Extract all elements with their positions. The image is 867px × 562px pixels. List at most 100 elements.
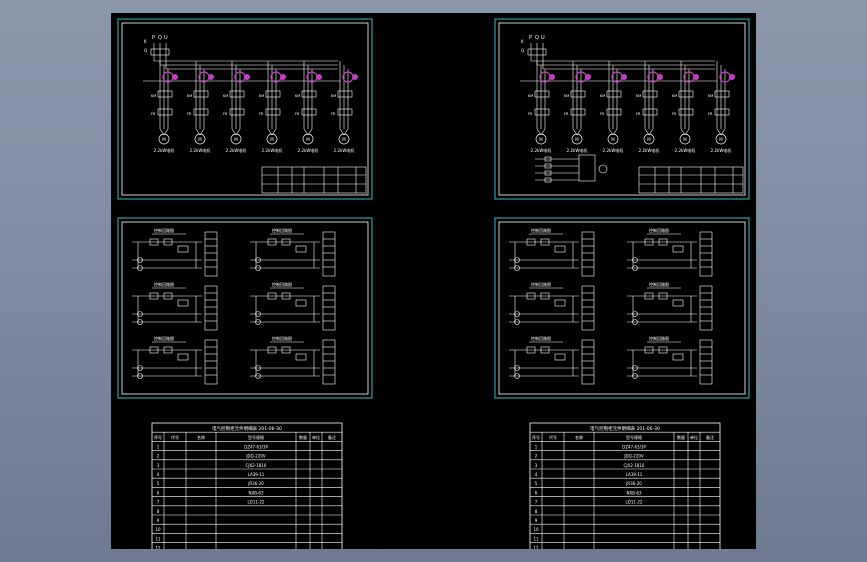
bom-cell: NXB-63 bbox=[626, 490, 641, 495]
relay-contact-mark bbox=[172, 74, 178, 80]
motor-label: 2.2kW电机 bbox=[226, 147, 247, 153]
bom-header: 序号 bbox=[154, 434, 162, 440]
terminal-strip bbox=[204, 231, 218, 277]
control-circuit-sheet[interactable]: 控制回路图 控制回路图控制回路图 控制回路图控制回路图 控制回路图 bbox=[117, 217, 373, 399]
supply-label: P bbox=[152, 35, 155, 41]
relay-coil bbox=[554, 245, 566, 253]
title-block bbox=[261, 166, 367, 194]
cad-drawing: P Q UKQKMFRM2.2kW电机KMFRM2.2kW电机KMFRM2.2kW电… bbox=[117, 18, 750, 549]
bom-header: 数量 bbox=[299, 434, 307, 440]
bom-header: 名称 bbox=[197, 434, 205, 440]
motor-label: 2.2kW电机 bbox=[334, 147, 355, 153]
bom-header: 序号 bbox=[532, 434, 540, 440]
control-circuit: 控制回路图 bbox=[132, 281, 218, 331]
control-circuit-title: 控制回路图 bbox=[649, 227, 669, 233]
bom-title: 电气控制柜元件明细表 201-06-30 bbox=[590, 425, 660, 432]
overload-label: FR bbox=[151, 112, 156, 116]
terminal-strip bbox=[699, 285, 713, 331]
motor-symbol-label: M bbox=[575, 137, 579, 142]
motor-label: 2.2kW电机 bbox=[531, 147, 552, 153]
contactor-label: KM bbox=[564, 94, 569, 98]
supply-label: U bbox=[164, 35, 168, 41]
control-circuit-title: 控制回路图 bbox=[154, 227, 174, 233]
bom-cell: 10 bbox=[155, 527, 161, 532]
terminal-strip bbox=[322, 231, 336, 277]
control-circuit: 控制回路图 bbox=[627, 281, 713, 331]
overload-label: FR bbox=[528, 112, 533, 116]
bom-cell: 8 bbox=[157, 509, 160, 514]
control-circuit: 控制回路图 bbox=[509, 335, 595, 385]
bom-cell: 5 bbox=[535, 481, 538, 486]
bom-table[interactable]: 电气控制柜元件明细表 201-06-30 序号 代号 名称 型号规格 数量 单位 备注 1 DZ4… bbox=[151, 422, 343, 549]
control-circuit: 控制回路图 bbox=[250, 335, 336, 385]
supply-label: U bbox=[541, 35, 545, 41]
relay-coil bbox=[554, 299, 566, 307]
motor-label: 2.2kW电机 bbox=[603, 147, 624, 153]
drawing-canvas[interactable]: P Q U K Q KM FR M 2.2kW电机 KM FR M 2.2kW电机 KM FR M 2.2kW电… bbox=[111, 13, 756, 549]
control-circuit-title: 控制回路图 bbox=[154, 281, 174, 287]
main-circuit-sheet[interactable]: P Q UKQKMFRM2.2kW电机KMFRM2.2kW电机KMFRM2.2kW电… bbox=[494, 18, 750, 200]
contactor-label: KM bbox=[528, 94, 533, 98]
bom-cell: 7 bbox=[157, 500, 160, 505]
motor-label: 2.2kW电机 bbox=[711, 147, 732, 153]
main-circuit-sheet[interactable]: P Q UKQKMFRM2.2kW电机KMFRM2.2kW电机KMFRM2.2kW电… bbox=[117, 18, 373, 200]
control-circuit-sheet[interactable]: 控制回路图 控制回路图控制回路图 控制回路图控制回路图 控制回路图 bbox=[494, 217, 750, 399]
motor-symbol-label: M bbox=[198, 137, 202, 142]
bom-cell: DZ47-63/3P bbox=[244, 444, 268, 449]
contactor-label: KM bbox=[600, 94, 605, 98]
contactor-label: KM bbox=[187, 94, 192, 98]
control-circuit: 控制回路图 bbox=[250, 281, 336, 331]
bom-cell: 8 bbox=[535, 509, 538, 514]
contactor-label: KM bbox=[151, 94, 156, 98]
control-circuit-title: 控制回路图 bbox=[154, 335, 174, 341]
relay-contact-mark bbox=[208, 74, 214, 80]
overload-label: FR bbox=[259, 112, 264, 116]
bom-cell: 9 bbox=[535, 518, 538, 523]
bom-cell: JR36-20 bbox=[247, 481, 264, 486]
motor-symbol bbox=[598, 164, 608, 174]
bom-border bbox=[529, 422, 721, 549]
contactor-label: KM bbox=[331, 94, 336, 98]
terminal-strip bbox=[204, 285, 218, 331]
control-circuit: 控制回路图 bbox=[627, 335, 713, 385]
bom-cell: DZ47-63/3P bbox=[622, 444, 646, 449]
bom-cell: 11 bbox=[155, 536, 161, 541]
bom-title: 电气控制柜元件明细表 201-06-30 bbox=[212, 425, 282, 432]
bom-cell: 2 bbox=[535, 454, 538, 459]
bom-cell: 3 bbox=[157, 463, 160, 468]
bom-cell: LD11-22 bbox=[248, 500, 265, 505]
motor-symbol-label: M bbox=[234, 137, 238, 142]
bom-cell: 12 bbox=[155, 546, 161, 549]
overload-label: FR bbox=[672, 112, 677, 116]
bom-cell: 3 bbox=[535, 463, 538, 468]
bom-table[interactable]: 电气控制柜元件明细表 201-06-30 序号 代号 名称 型号规格 数量 单位 备注 1 DZ4… bbox=[529, 422, 721, 549]
title-block bbox=[638, 166, 744, 194]
motor-label: 2.2kW电机 bbox=[675, 147, 696, 153]
bom-cell: 6 bbox=[157, 490, 160, 495]
control-circuit: 控制回路图 bbox=[509, 227, 595, 277]
bom-cell: LA39-11 bbox=[248, 472, 265, 477]
bom-cell: 7 bbox=[535, 500, 538, 505]
motor-symbol-label: M bbox=[270, 137, 274, 142]
motor-label: 2.2kW电机 bbox=[262, 147, 283, 153]
control-circuit: 控制回路图 bbox=[509, 281, 595, 331]
control-circuit-title: 控制回路图 bbox=[272, 281, 292, 287]
bom-cell: 6 bbox=[535, 490, 538, 495]
relay-coil bbox=[295, 245, 307, 253]
relay-coil bbox=[177, 353, 189, 361]
bom-cell: LA39-11 bbox=[626, 472, 643, 477]
motor-symbol-label: M bbox=[539, 137, 543, 142]
control-circuit-title: 控制回路图 bbox=[531, 335, 551, 341]
terminal-strip bbox=[581, 285, 595, 331]
terminal-strip bbox=[322, 285, 336, 331]
bom-header: 名称 bbox=[575, 434, 583, 440]
bom-header: 型号规格 bbox=[626, 434, 642, 440]
relay-coil bbox=[672, 245, 684, 253]
control-circuit: 控制回路图 bbox=[250, 227, 336, 277]
motor-label: 2.2kW电机 bbox=[567, 147, 588, 153]
sheet-border-outer bbox=[494, 18, 750, 200]
bom-header: 备注 bbox=[328, 434, 336, 440]
motor-label: 2.2kW电机 bbox=[639, 147, 660, 153]
overload-label: FR bbox=[295, 112, 300, 116]
supply-label: Q bbox=[535, 35, 539, 41]
